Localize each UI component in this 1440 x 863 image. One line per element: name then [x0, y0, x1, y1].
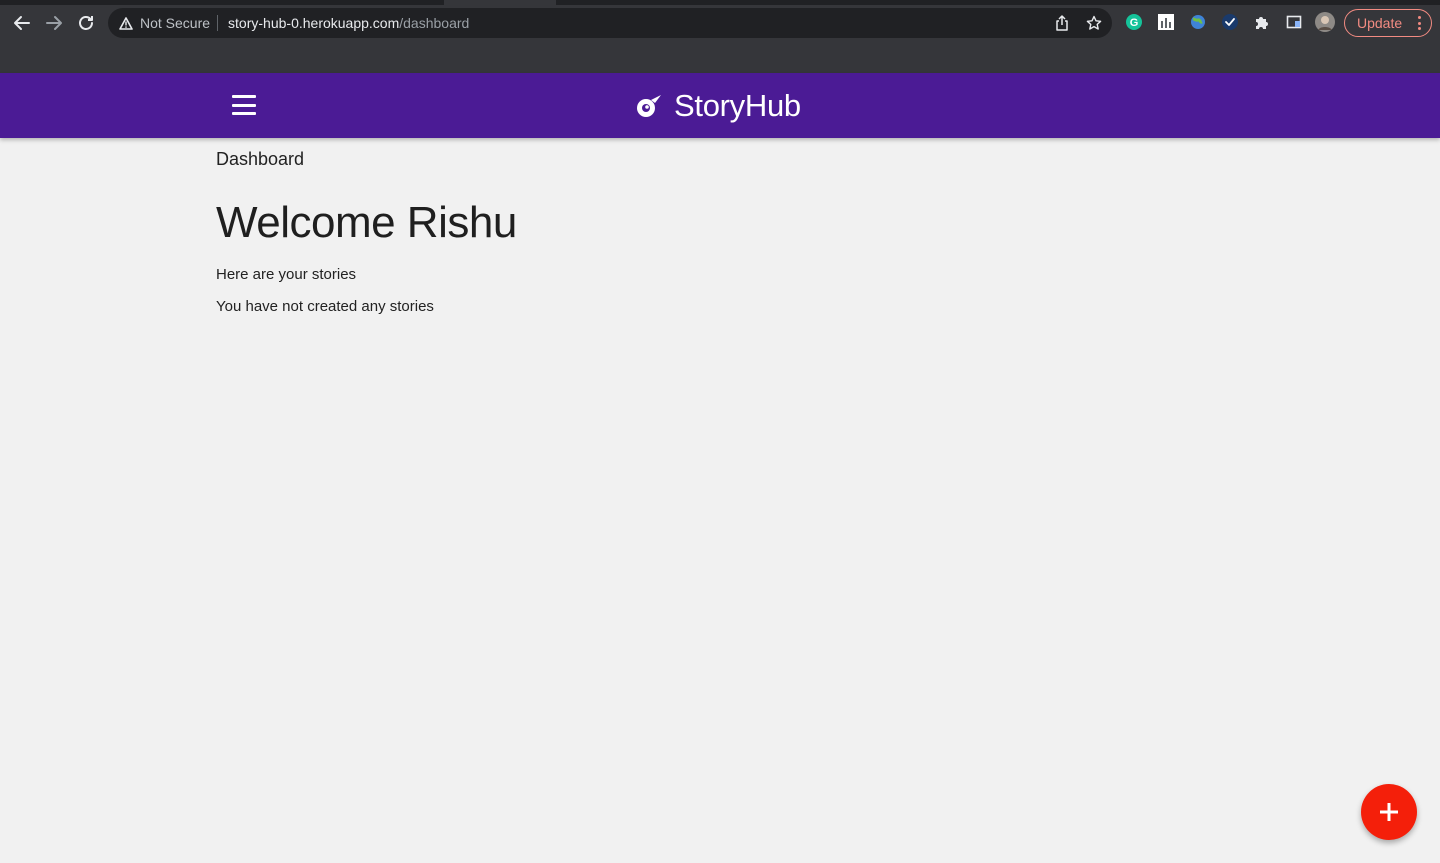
plus-icon: [1380, 803, 1398, 821]
stories-subtitle: Here are your stories: [216, 266, 357, 283]
reload-button[interactable]: [74, 11, 98, 35]
app-navbar: StoryHub: [0, 73, 1440, 138]
url-path: /dashboard: [399, 15, 470, 31]
star-icon[interactable]: [1084, 13, 1104, 33]
comet-icon: [637, 95, 661, 117]
main-content: Dashboard Welcome Rishu Here are your st…: [216, 138, 1216, 315]
back-button[interactable]: [10, 11, 34, 35]
url-host: story-hub-0.herokuapp.com: [228, 15, 400, 31]
menu-button[interactable]: [232, 95, 256, 115]
arrow-right-icon: [46, 16, 62, 30]
forward-button[interactable]: [42, 11, 66, 35]
share-icon[interactable]: [1052, 13, 1072, 33]
svg-text:G: G: [1130, 17, 1139, 29]
bar-chart-icon[interactable]: [1156, 12, 1176, 32]
brand-link[interactable]: StoryHub: [634, 87, 801, 125]
tab-strip: [0, 0, 1440, 5]
page-title: Welcome Rishu: [216, 198, 517, 247]
breadcrumb: Dashboard: [216, 149, 305, 169]
reload-icon: [79, 16, 93, 30]
warning-icon[interactable]: [119, 16, 133, 30]
more-vert-icon[interactable]: [1418, 16, 1421, 30]
brand-name: StoryHub: [674, 88, 801, 123]
add-story-button[interactable]: [1361, 784, 1417, 840]
security-label[interactable]: Not Secure: [140, 15, 210, 31]
arrow-left-icon: [14, 16, 30, 30]
check-icon[interactable]: [1220, 12, 1240, 32]
update-label: Update: [1357, 15, 1403, 31]
hamburger-icon: [232, 95, 256, 98]
profile-avatar[interactable]: [1315, 12, 1335, 32]
puzzle-icon[interactable]: [1252, 12, 1272, 32]
globe-icon[interactable]: [1188, 12, 1208, 32]
omnibox-divider: [217, 15, 219, 31]
update-button[interactable]: Update: [1344, 9, 1432, 37]
sidebar-icon[interactable]: [1284, 12, 1304, 32]
browser-chrome: Not Secure story-hub-0.herokuapp.com/das…: [0, 0, 1440, 73]
address-bar[interactable]: Not Secure story-hub-0.herokuapp.com/das…: [108, 8, 1112, 38]
empty-state-message: You have not created any stories: [216, 298, 434, 315]
grammarly-icon[interactable]: G: [1124, 12, 1144, 32]
active-tab[interactable]: [444, 0, 556, 5]
